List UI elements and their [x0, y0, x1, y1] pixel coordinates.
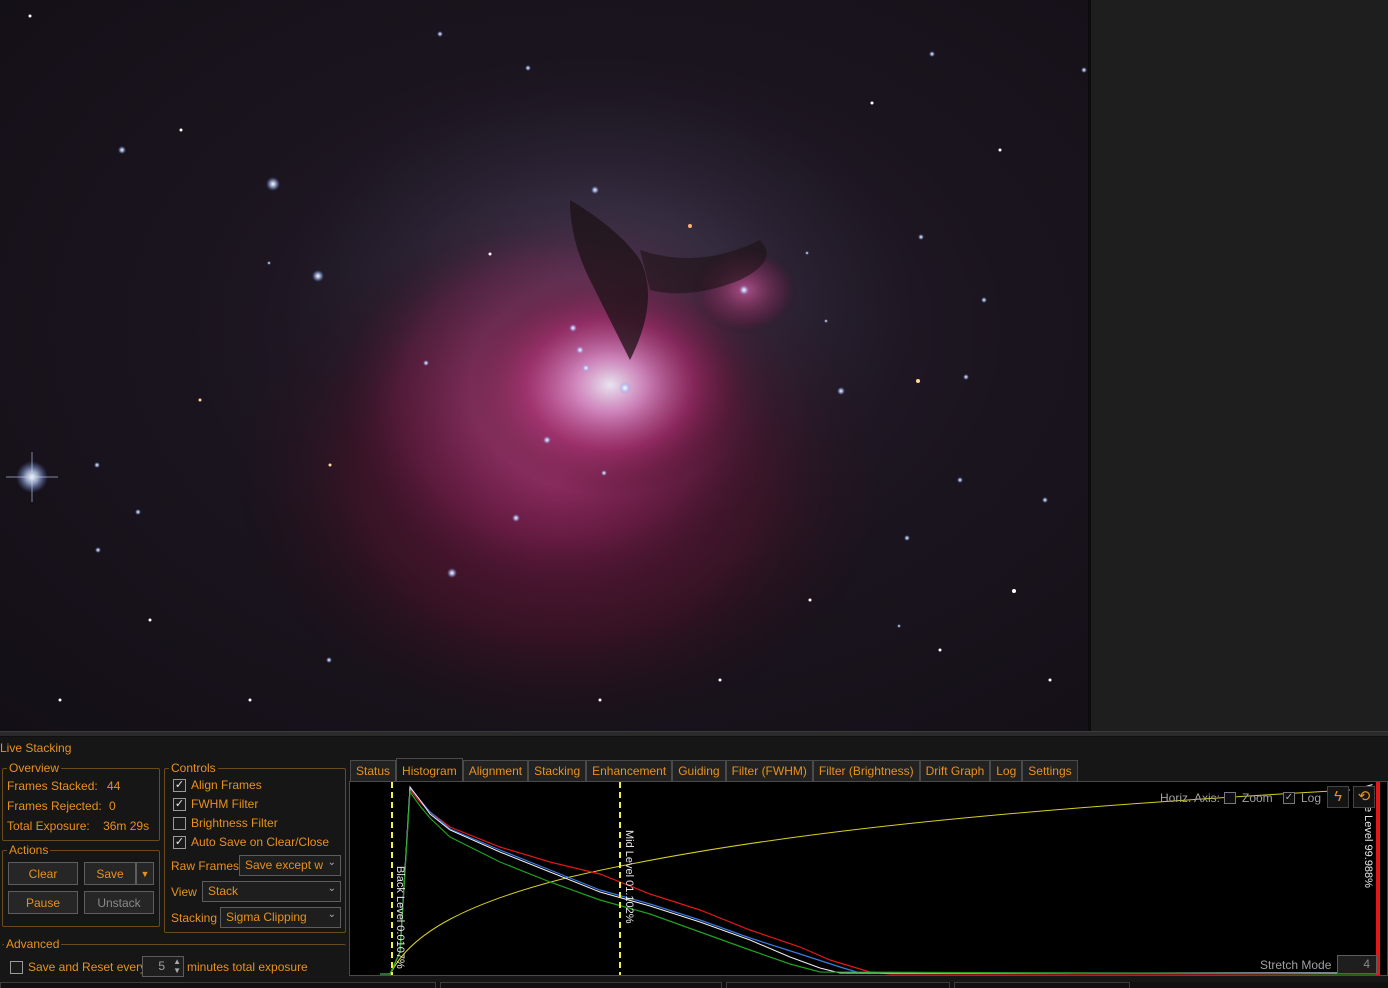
frames-stacked-label: Frames Stacked:	[7, 779, 98, 793]
reset-stretch-icon[interactable]: ⟲	[1353, 786, 1375, 808]
stretch-mode-value[interactable]: 4	[1363, 957, 1370, 971]
histogram-green	[380, 790, 1381, 975]
clear-button[interactable]: Clear	[8, 862, 78, 885]
total-exposure-row: Total Exposure: 36m 29s	[7, 819, 149, 833]
stretch-mode-label: Stretch Mode	[1260, 958, 1332, 972]
fwhm-filter-checkbox[interactable]: ✓	[173, 798, 186, 811]
controls-group: Controls ✓ Align Frames ✓ FWHM Filter Br…	[164, 761, 346, 933]
orion-nebula-image	[6, 14, 1087, 731]
stacked-image-view[interactable]	[0, 0, 1088, 731]
tab-log[interactable]: Log	[990, 760, 1023, 781]
pause-button[interactable]: Pause	[8, 891, 78, 914]
frames-rejected-value: 0	[109, 799, 116, 813]
minutes-value[interactable]: 5	[158, 959, 165, 973]
brightness-filter-checkbox[interactable]	[173, 817, 186, 830]
auto-save-label[interactable]: Auto Save on Clear/Close	[191, 835, 329, 849]
tab-guiding[interactable]: Guiding	[672, 760, 726, 781]
status-segment	[440, 982, 722, 988]
stretch-mode-stepper[interactable]: 4	[1337, 955, 1377, 974]
stacking-label: Stacking	[171, 911, 218, 925]
panel-title: Live Stacking	[0, 741, 72, 755]
tab-settings[interactable]: Settings	[1022, 760, 1078, 781]
tab-bar: Status Histogram Alignment Stacking Enhancem…	[350, 758, 1078, 781]
view-select[interactable]: Stack ⌄	[202, 881, 341, 902]
chevron-down-icon: ▼	[140, 868, 150, 879]
tab-histogram[interactable]: Histogram	[396, 758, 463, 781]
controls-legend: Controls	[169, 761, 218, 775]
actions-group: Actions Clear Save ▼ Pause Unstack	[2, 843, 160, 927]
auto-save-checkbox[interactable]: ✓	[173, 836, 186, 849]
histogram-white	[380, 785, 1380, 975]
actions-legend: Actions	[7, 843, 51, 857]
histogram-plot	[380, 782, 1381, 975]
status-bar	[0, 982, 1388, 988]
black-level-label: Black Level 0.0107%	[394, 866, 406, 969]
histogram-red	[380, 788, 1380, 975]
tab-drift-graph[interactable]: Drift Graph	[919, 760, 991, 781]
unstack-button[interactable]: Unstack	[84, 891, 154, 914]
tab-enhancement[interactable]: Enhancement	[586, 760, 673, 781]
side-area	[1091, 0, 1388, 731]
minutes-suffix: minutes total exposure	[187, 960, 308, 974]
save-reset-label[interactable]: Save and Reset every	[28, 960, 146, 974]
chevron-down-icon: ⌄	[327, 857, 336, 868]
stacking-value: Sigma Clipping	[226, 910, 307, 924]
save-button[interactable]: Save	[84, 862, 136, 885]
minutes-stepper[interactable]: 5 ▲ ▼	[142, 956, 184, 977]
tab-filter-fwhm[interactable]: Filter (FWHM)	[725, 760, 813, 781]
tab-filter-brightness[interactable]: Filter (Brightness)	[812, 760, 920, 781]
chevron-down-icon: ⌄	[327, 883, 336, 894]
fwhm-filter-label[interactable]: FWHM Filter	[191, 797, 258, 811]
view-label: View	[171, 885, 197, 899]
raw-frames-value: Save except w	[245, 858, 324, 872]
raw-frames-label: Raw Frames	[171, 859, 240, 873]
horiz-axis-label: Horiz. Axis:	[1160, 791, 1221, 805]
frames-rejected-label: Frames Rejected:	[7, 799, 102, 813]
histogram-view[interactable]: Black Level 0.0107% Mid Level 01.102% Wh…	[349, 781, 1388, 976]
total-exposure-label: Total Exposure:	[7, 819, 90, 833]
advanced-group: Advanced Save and Reset every 5 ▲ ▼ minut…	[2, 937, 346, 978]
zoom-checkbox[interactable]	[1224, 792, 1236, 804]
stretch-curve	[389, 789, 1351, 975]
frames-stacked-row: Frames Stacked: 44	[7, 779, 120, 793]
align-frames-label[interactable]: Align Frames	[191, 778, 262, 792]
status-segment	[726, 982, 950, 988]
mid-level-label: Mid Level 01.102%	[623, 830, 635, 924]
tab-status[interactable]: Status	[350, 760, 397, 781]
auto-stretch-lightning-icon[interactable]: ϟ	[1327, 786, 1349, 808]
frames-rejected-row: Frames Rejected: 0	[7, 799, 116, 813]
align-frames-checkbox[interactable]: ✓	[173, 779, 186, 792]
log-checkbox[interactable]: ✓	[1283, 792, 1295, 804]
histogram-blue	[380, 786, 1380, 975]
live-stacking-panel: Live Stacking Overview Frames Stacked: 4…	[0, 737, 1388, 988]
zoom-label[interactable]: Zoom	[1242, 791, 1273, 805]
chevron-down-icon: ⌄	[327, 909, 336, 920]
tab-stacking[interactable]: Stacking	[528, 760, 587, 781]
brightness-filter-label[interactable]: Brightness Filter	[191, 816, 278, 830]
log-label[interactable]: Log	[1301, 791, 1321, 805]
status-segment	[954, 982, 1130, 988]
frames-stacked-value: 44	[107, 779, 121, 793]
view-value: Stack	[208, 884, 239, 898]
tab-alignment[interactable]: Alignment	[462, 760, 529, 781]
total-exposure-value: 36m 29s	[103, 819, 150, 833]
stepper-arrows-icon[interactable]: ▲ ▼	[173, 957, 181, 975]
overview-legend: Overview	[7, 761, 62, 775]
overview-group: Overview Frames Stacked: 44 Frames Rejec…	[2, 761, 160, 841]
stacking-select[interactable]: Sigma Clipping ⌄	[220, 907, 341, 928]
save-reset-checkbox[interactable]	[10, 961, 23, 974]
raw-frames-select[interactable]: Save except w ⌄	[239, 855, 341, 876]
status-segment	[0, 982, 436, 988]
advanced-legend: Advanced	[4, 937, 62, 951]
save-dropdown-button[interactable]: ▼	[136, 862, 154, 885]
